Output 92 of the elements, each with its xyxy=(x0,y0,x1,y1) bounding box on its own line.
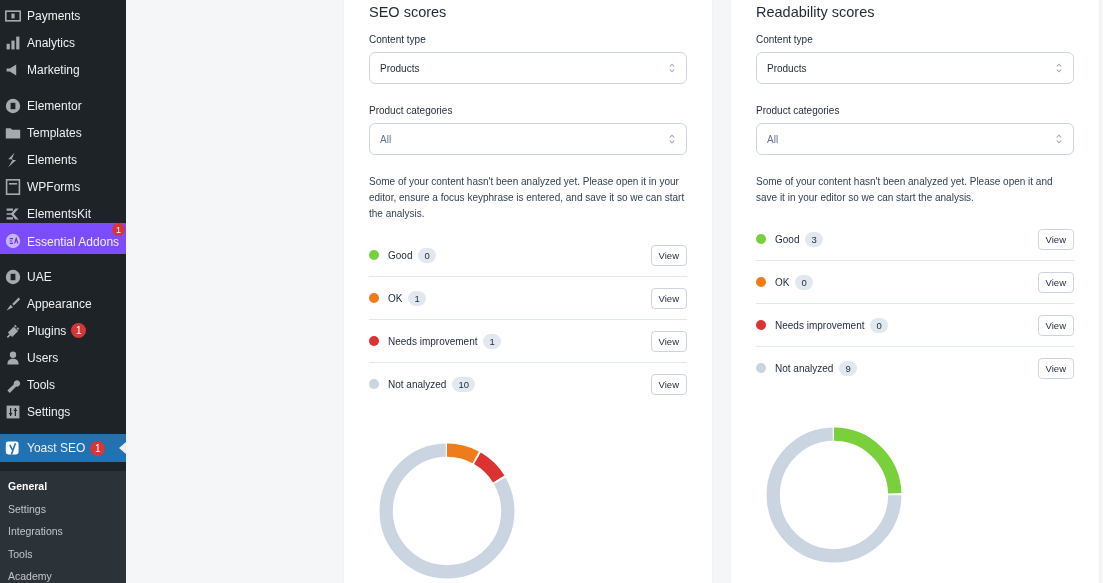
menu-label: Yoast SEO xyxy=(27,441,86,455)
submenu-item[interactable]: General xyxy=(0,475,126,498)
count-badge: 1 xyxy=(90,440,106,456)
field-label: Product categories xyxy=(756,105,841,116)
menu-item[interactable]: Users xyxy=(0,344,126,371)
count-pill: 9 xyxy=(839,360,857,376)
menu-label: Elements xyxy=(27,152,78,167)
score-label: OK xyxy=(388,292,403,304)
menu-item[interactable]: Yoast SEO 1 xyxy=(0,434,126,462)
card-title: Readability scores xyxy=(756,4,876,20)
chevron-up-down-icon xyxy=(1055,133,1063,145)
menu-label: Users xyxy=(27,350,59,365)
current-indicator-icon xyxy=(119,442,126,454)
menu-icon xyxy=(5,322,21,339)
menu-icon xyxy=(5,268,21,285)
count-pill: 1 xyxy=(408,290,426,306)
view-button[interactable]: View xyxy=(650,244,687,266)
menu-item[interactable]: Payments xyxy=(0,2,126,29)
view-button[interactable]: View xyxy=(1037,271,1074,293)
menu-icon xyxy=(5,7,21,24)
count-pill: 10 xyxy=(452,376,475,392)
y-logo-icon xyxy=(5,440,21,456)
menu-item[interactable]: UAE xyxy=(0,263,126,290)
field-label: Product categories xyxy=(369,105,454,116)
count-badge: 1 xyxy=(71,323,87,338)
menu-icon xyxy=(5,349,21,366)
menu-label: Analytics xyxy=(27,35,76,50)
menu-label: Settings xyxy=(27,404,71,419)
score-label: Needs improvement xyxy=(388,335,478,347)
field-label: Content type xyxy=(756,34,814,45)
score-label: Not analyzed xyxy=(388,378,447,390)
count-pill: 0 xyxy=(418,247,436,263)
score-label: OK xyxy=(775,276,790,288)
menu-icon xyxy=(5,233,21,249)
submenu-item[interactable]: Integrations xyxy=(0,520,126,543)
submenu-item[interactable]: Academy xyxy=(0,565,126,583)
view-button[interactable]: View xyxy=(650,330,687,352)
menu-label: Elementor xyxy=(27,98,82,113)
score-label: Needs improvement xyxy=(775,319,865,331)
count-pill: 0 xyxy=(870,317,888,333)
score-label: Not analyzed xyxy=(775,362,834,374)
notice-text: Some of your content hasn't been analyzed yet. Please open it and save it in your editor so we can start the analysis. xyxy=(756,175,1054,205)
menu-icon xyxy=(5,295,21,312)
view-button[interactable]: View xyxy=(1037,228,1074,250)
view-button[interactable]: View xyxy=(650,373,687,395)
menu-item[interactable]: Appearance xyxy=(0,290,126,317)
menu-icon xyxy=(5,403,21,420)
score-label: Good xyxy=(388,249,413,261)
select-field[interactable]: All xyxy=(369,123,687,155)
menu-icon xyxy=(5,205,21,222)
count-pill: 0 xyxy=(795,274,813,290)
view-button[interactable]: View xyxy=(1037,357,1074,379)
menu-item[interactable]: Plugins 1 xyxy=(0,317,126,344)
menu-label: Essential Addons xyxy=(27,235,120,249)
menu-label: Payments xyxy=(27,8,81,23)
menu-label: Tools xyxy=(27,377,55,392)
menu-label: Templates xyxy=(27,125,82,140)
select-field[interactable]: All xyxy=(756,123,1074,155)
menu-label: Marketing xyxy=(27,62,80,77)
menu-icon xyxy=(5,178,21,195)
menu-icon xyxy=(5,34,21,51)
menu-icon xyxy=(5,97,21,114)
menu-item[interactable]: Marketing xyxy=(0,56,126,83)
chevron-up-down-icon xyxy=(1055,62,1063,74)
submenu-item[interactable]: Tools xyxy=(0,542,126,565)
view-button[interactable]: View xyxy=(1037,314,1074,336)
menu-label: WPForms xyxy=(27,179,81,194)
select-field[interactable]: Products xyxy=(756,52,1074,84)
menu-item[interactable]: Elementor xyxy=(0,92,126,119)
field-label: Content type xyxy=(369,34,427,45)
chevron-up-down-icon xyxy=(668,133,676,145)
card-title: SEO scores xyxy=(369,4,448,20)
notice-text: Some of your content hasn't been analyzed yet. Please open it in your editor, ensure a focus keyphrase is entered, and save it so we can start the analysis. xyxy=(369,175,686,221)
menu-label: Appearance xyxy=(27,296,92,311)
menu-item[interactable]: WPForms xyxy=(0,173,126,200)
submenu-item[interactable]: Settings xyxy=(0,497,126,520)
menu-item[interactable]: Essential Addons 1 xyxy=(0,223,126,254)
count-badge: 1 xyxy=(112,223,125,236)
select-field[interactable]: Products xyxy=(369,52,687,84)
menu-item[interactable]: Settings xyxy=(0,398,126,425)
menu-item[interactable]: Elements xyxy=(0,146,126,173)
score-label: Good xyxy=(775,233,800,245)
view-button[interactable]: View xyxy=(650,287,687,309)
menu-label: ElementsKit xyxy=(27,206,92,221)
menu-item[interactable]: Tools xyxy=(0,371,126,398)
count-pill: 3 xyxy=(805,231,823,247)
menu-item[interactable]: Analytics xyxy=(0,29,126,56)
menu-label: Plugins xyxy=(27,323,67,338)
menu-label: UAE xyxy=(27,269,52,284)
menu-item[interactable]: Templates xyxy=(0,119,126,146)
count-pill: 1 xyxy=(483,333,501,349)
chevron-up-down-icon xyxy=(668,62,676,74)
